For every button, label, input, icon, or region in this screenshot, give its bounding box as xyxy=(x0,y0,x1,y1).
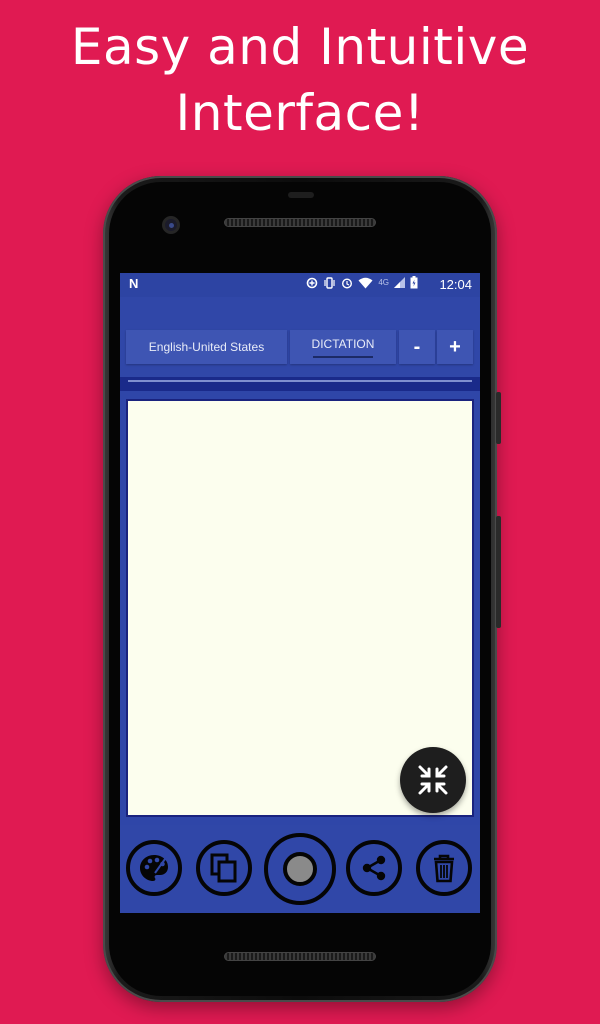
signal-icon xyxy=(394,277,405,288)
bottom-action-bar xyxy=(120,825,480,913)
promo-headline: Easy and Intuitive Interface! xyxy=(0,14,600,146)
notification-logo: N xyxy=(129,276,139,291)
status-bar: N 4G 12:04 xyxy=(120,273,480,297)
theme-button[interactable] xyxy=(126,840,182,896)
toolbar-divider xyxy=(120,377,480,391)
battery-icon xyxy=(410,276,418,289)
collapse-fullscreen-button[interactable] xyxy=(400,747,466,813)
wifi-icon xyxy=(358,277,373,288)
proximity-sensor xyxy=(288,192,314,198)
delete-icon xyxy=(434,854,454,883)
volume-button xyxy=(496,516,501,628)
fullscreen-exit-icon xyxy=(418,765,448,795)
network-type: 4G xyxy=(378,278,389,287)
share-icon xyxy=(362,855,386,881)
bottom-speaker xyxy=(224,952,376,961)
headline-line-2: Interface! xyxy=(175,84,425,142)
increase-font-button[interactable]: + xyxy=(437,330,473,364)
earpiece-speaker xyxy=(224,218,376,227)
record-icon xyxy=(283,852,317,886)
data-saver-icon xyxy=(307,277,318,288)
delete-button[interactable] xyxy=(416,840,472,896)
status-icons: 4G xyxy=(306,276,418,289)
copy-icon xyxy=(210,853,237,883)
vibrate-icon xyxy=(324,276,335,289)
palette-icon xyxy=(140,855,168,881)
share-button[interactable] xyxy=(346,840,402,896)
tab-indicator xyxy=(313,355,373,358)
power-button xyxy=(496,392,501,444)
alarm-icon xyxy=(342,277,353,289)
record-button[interactable] xyxy=(264,833,336,905)
front-camera-icon xyxy=(162,216,180,234)
language-selector[interactable]: English-United States xyxy=(126,330,287,364)
copy-button[interactable] xyxy=(196,840,252,896)
dictation-tab[interactable]: DICTATION xyxy=(290,330,396,364)
dictation-tab-label: DICTATION xyxy=(311,336,375,351)
headline-line-1: Easy and Intuitive xyxy=(70,18,530,76)
decrease-font-button[interactable]: - xyxy=(399,330,435,364)
clock: 12:04 xyxy=(439,277,472,292)
app-screen: N 4G 12:04 English-United States DICTATI… xyxy=(120,273,480,913)
app-toolbar: English-United States DICTATION - + xyxy=(120,297,480,377)
